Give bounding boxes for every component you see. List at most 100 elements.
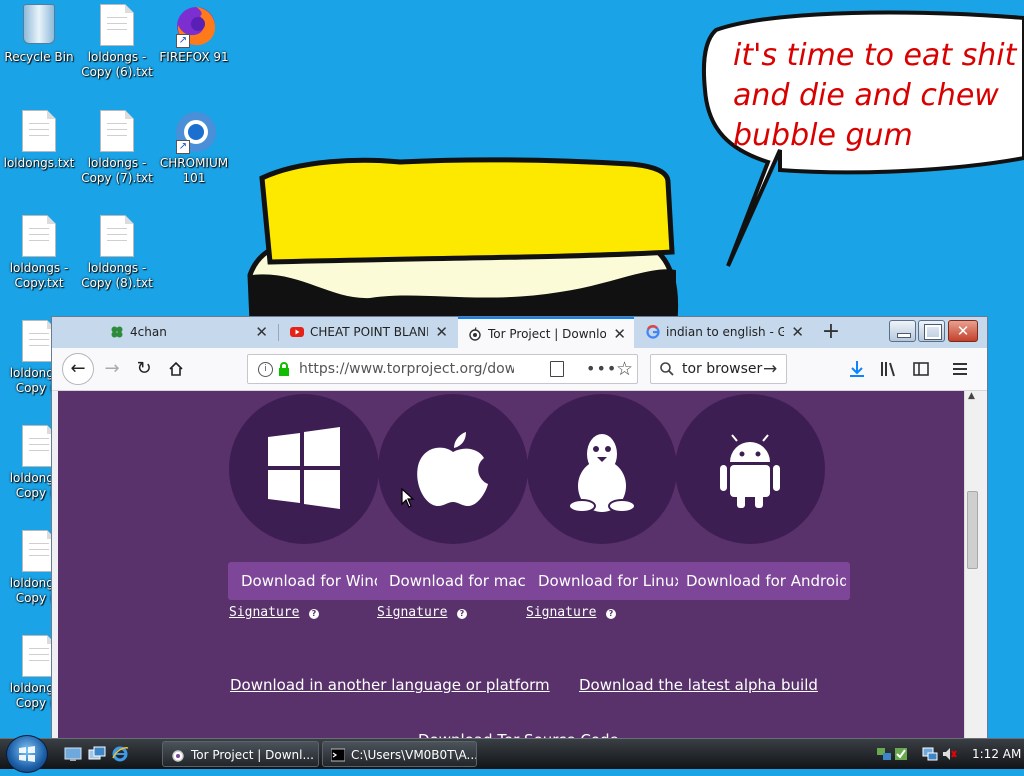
desktop-icon-recycle-bin[interactable]: Recycle Bin — [0, 4, 78, 65]
tor-onion-icon — [172, 750, 184, 762]
close-tab-icon[interactable]: ✕ — [613, 319, 626, 348]
firefox-window: 4chan ✕ CHEAT POINT BLANK ✕ Tor Project … — [51, 316, 988, 748]
start-button[interactable] — [6, 735, 48, 773]
desktop-icon-firefox[interactable]: ↗ FIREFOX 91 — [155, 4, 233, 65]
desktop-icon-label: FIREFOX 91 — [159, 50, 229, 64]
scrollbar-thumb[interactable] — [967, 491, 978, 569]
text-file-icon — [100, 110, 134, 152]
mouse-pointer-icon — [401, 488, 415, 508]
other-language-platform-link[interactable]: Download in another language or platform — [230, 676, 550, 694]
apple-logo-icon — [417, 432, 488, 506]
desktop-icon-chromium[interactable]: ↗ CHROMIUM 101 — [155, 110, 233, 186]
page-content: Download for Windows Download for macOS … — [58, 391, 964, 747]
volume-muted-icon[interactable] — [941, 746, 957, 762]
maximize-icon — [924, 324, 942, 340]
scroll-up-arrow-icon[interactable]: ▲ — [968, 391, 975, 401]
close-tab-icon[interactable]: ✕ — [435, 317, 448, 348]
text-file-icon — [22, 110, 56, 152]
taskbar: Tor Project | Downl... C:\Users\VM0B0T\A… — [0, 735, 1024, 773]
desktop-icon-txt-file[interactable]: loldongs - Copy (6).txt — [78, 4, 156, 80]
url-bar[interactable]: i https://www.torproject.org/downlo ••• … — [247, 354, 638, 384]
desktop-icon-txt-file[interactable]: loldongs - Copy (8).txt — [78, 215, 156, 291]
minimize-button[interactable] — [889, 320, 916, 342]
desktop-icon-label: loldongs - Copy (6).txt — [81, 50, 153, 79]
hamburger-menu-icon[interactable] — [952, 362, 968, 376]
speech-bubble-text: it's time to eat shit and die and chew b… — [733, 38, 1017, 153]
close-icon: ✕ — [956, 322, 970, 340]
macos-signature-link[interactable]: Signature — [377, 605, 447, 620]
youtube-icon — [290, 327, 304, 337]
lock-icon — [279, 362, 289, 376]
text-file-icon — [100, 215, 134, 257]
new-tab-button[interactable]: + — [818, 319, 844, 345]
tab-label: Tor Project | Download — [488, 327, 606, 341]
back-button[interactable]: ← — [62, 353, 94, 385]
linux-platform-circle[interactable] — [527, 394, 677, 544]
page-actions-icon[interactable]: ••• — [586, 355, 617, 383]
google-icon — [646, 325, 660, 339]
info-icon[interactable]: i — [258, 362, 273, 377]
macos-platform-circle[interactable] — [378, 394, 528, 544]
close-tab-icon[interactable]: ✕ — [791, 317, 804, 348]
tab-4chan[interactable]: 4chan ✕ — [100, 317, 276, 348]
page-scrollbar[interactable]: ▲ — [964, 391, 981, 747]
forward-button[interactable]: → — [98, 355, 126, 383]
tab-label: 4chan — [130, 325, 167, 339]
tab-tor-project-download[interactable]: Tor Project | Download ✕ — [458, 317, 634, 348]
windows-logo-icon — [19, 746, 35, 762]
bookmark-star-icon[interactable]: ☆ — [616, 355, 633, 383]
search-bar[interactable]: tor browser → — [650, 354, 787, 384]
download-macos-button[interactable]: Download for macOS — [389, 562, 525, 600]
android-robot-icon — [720, 434, 780, 508]
close-window-button[interactable]: ✕ — [948, 320, 978, 342]
security-tray-icon[interactable] — [893, 746, 909, 762]
network-tray-icon[interactable] — [876, 746, 892, 762]
windows-logo-icon — [268, 427, 340, 509]
help-circle-icon[interactable]: ? — [606, 609, 616, 619]
windows-platform-circle[interactable] — [229, 394, 379, 544]
search-go-icon[interactable]: → — [763, 355, 777, 383]
taskbar-item-label: Tor Project | Downl... — [191, 748, 314, 762]
monitor-network-icon[interactable] — [922, 746, 938, 762]
maximize-button[interactable] — [918, 320, 945, 342]
taskbar-item-command-prompt[interactable]: C:\Users\VM0B0T\A... — [322, 741, 477, 767]
downloads-icon[interactable] — [849, 360, 865, 378]
linux-tux-icon — [568, 434, 636, 513]
search-input: tor browser — [682, 361, 763, 377]
help-circle-icon[interactable]: ? — [457, 609, 467, 619]
home-button[interactable] — [162, 355, 190, 383]
latest-alpha-build-link[interactable]: Download the latest alpha build — [579, 676, 818, 694]
windows-signature-link[interactable]: Signature — [229, 605, 299, 620]
taskbar-clock[interactable]: 1:12 AM — [972, 739, 1021, 769]
help-circle-icon[interactable]: ? — [309, 609, 319, 619]
taskbar-item-firefox[interactable]: Tor Project | Downl... — [162, 741, 319, 767]
taskbar-item-label: C:\Users\VM0B0T\A... — [351, 748, 477, 762]
desktop-icon-label: loldongs - Copy (8).txt — [81, 261, 153, 290]
tab-cheat-point-blank[interactable]: CHEAT POINT BLANK ✕ — [280, 317, 456, 348]
android-platform-circle[interactable] — [675, 394, 825, 544]
desktop-icon-label: loldongs.txt — [3, 156, 75, 170]
library-icon[interactable] — [880, 361, 898, 377]
desktop-icon-txt-file[interactable]: loldongs - Copy.txt — [0, 215, 78, 291]
tab-label: CHEAT POINT BLANK — [310, 325, 428, 339]
sidebar-icon[interactable] — [913, 362, 929, 376]
reader-view-icon[interactable] — [550, 361, 564, 377]
desktop-icon-txt-file[interactable]: loldongs - Copy (7).txt — [78, 110, 156, 186]
clover-icon — [111, 326, 123, 338]
switch-windows-icon[interactable] — [88, 745, 106, 763]
search-icon — [660, 362, 674, 376]
tab-strip: 4chan ✕ CHEAT POINT BLANK ✕ Tor Project … — [52, 317, 987, 348]
arrow-right-icon: → — [104, 358, 120, 379]
reload-button[interactable]: ↻ — [130, 355, 158, 383]
download-linux-button[interactable]: Download for Linux — [538, 562, 678, 600]
linux-signature-link[interactable]: Signature — [526, 605, 596, 620]
desktop-icon-label: Recycle Bin — [4, 50, 74, 64]
download-android-button[interactable]: Download for Android — [686, 562, 846, 600]
tab-google-translate-search[interactable]: indian to english - Goo ✕ — [636, 317, 812, 348]
text-file-icon — [100, 4, 134, 46]
internet-explorer-icon[interactable] — [111, 745, 129, 763]
desktop-icon-txt-file[interactable]: loldongs.txt — [0, 110, 78, 171]
show-desktop-icon[interactable] — [64, 745, 82, 763]
close-tab-icon[interactable]: ✕ — [255, 317, 268, 348]
download-windows-button[interactable]: Download for Windows — [241, 562, 377, 600]
